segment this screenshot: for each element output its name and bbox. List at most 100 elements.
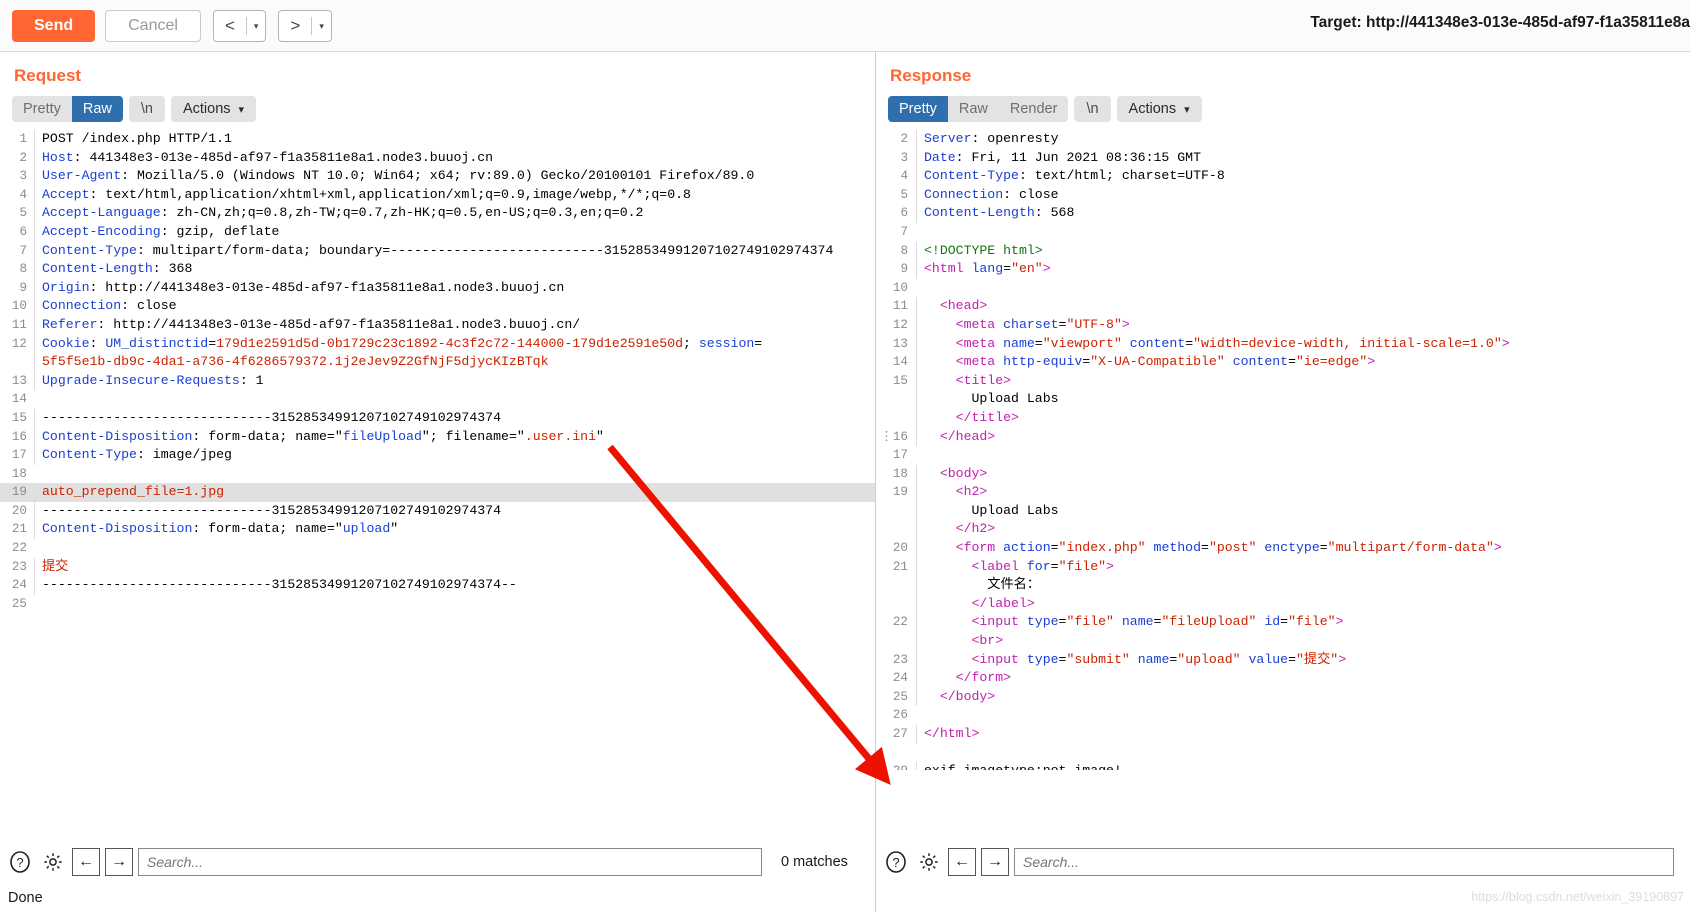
back-nav-group[interactable]: < ▾ bbox=[212, 9, 267, 42]
code-token: : openresty bbox=[971, 131, 1059, 146]
code-token: Content-Disposition bbox=[42, 521, 193, 537]
code-line: 26 bbox=[876, 706, 1690, 725]
tab-response-raw[interactable]: Raw bbox=[948, 96, 999, 122]
tab-response-render[interactable]: Render bbox=[999, 96, 1069, 122]
code-token: Accept bbox=[42, 186, 90, 202]
gear-icon[interactable] bbox=[915, 848, 943, 876]
request-search-input[interactable] bbox=[138, 848, 762, 876]
line-number: 1 bbox=[19, 132, 27, 146]
code-line-text: </form> bbox=[916, 669, 1690, 688]
code-token: > bbox=[1335, 614, 1344, 630]
tab-request-newline[interactable]: \n bbox=[128, 96, 165, 122]
code-token: Server bbox=[924, 131, 972, 146]
code-token: type bbox=[1026, 651, 1059, 667]
tab-response-pretty[interactable]: Pretty bbox=[888, 96, 948, 122]
code-line: 11 <head> bbox=[876, 297, 1690, 316]
code-token: "file" bbox=[1288, 614, 1336, 630]
panes-container: Request Pretty Raw \n Actions ▾ 1 POST /i… bbox=[0, 52, 1690, 912]
forward-arrow-icon[interactable]: > bbox=[279, 12, 311, 40]
code-token: </form> bbox=[924, 670, 1012, 686]
code-token: "file" bbox=[1066, 614, 1114, 630]
response-search-input[interactable] bbox=[1014, 848, 1674, 876]
back-arrow-icon[interactable]: < bbox=[214, 12, 246, 40]
code-line-text: <html lang="en"> bbox=[916, 260, 1690, 279]
request-actions-button[interactable]: Actions ▾ bbox=[170, 96, 257, 122]
status-text: Done bbox=[8, 890, 43, 906]
code-line: 24 -----------------------------315285349… bbox=[0, 576, 875, 595]
line-number: 8 bbox=[900, 243, 908, 258]
search-next-button[interactable]: → bbox=[981, 848, 1009, 876]
code-token: -----------------------------31528534991… bbox=[42, 502, 501, 518]
code-line-text: <input type="file" name="fileUpload" id=… bbox=[916, 613, 1690, 633]
search-next-button[interactable]: → bbox=[105, 848, 133, 876]
code-token: : 568 bbox=[1034, 205, 1075, 221]
code-token: > bbox=[1493, 540, 1502, 556]
help-icon[interactable]: ? bbox=[6, 848, 34, 876]
forward-nav-group[interactable]: > ▾ bbox=[278, 9, 332, 42]
request-pane: Request Pretty Raw \n Actions ▾ 1 POST /i… bbox=[0, 52, 876, 912]
code-line-text: Content-Type: multipart/form-data; bound… bbox=[34, 241, 875, 261]
svg-text:?: ? bbox=[16, 855, 23, 870]
response-actions-button[interactable]: Actions ▾ bbox=[1116, 96, 1202, 122]
code-line: 21 <label for="file"> bbox=[876, 557, 1690, 577]
code-token: charset bbox=[1003, 316, 1059, 332]
code-token: <input bbox=[924, 651, 1027, 667]
search-prev-button[interactable]: ← bbox=[72, 848, 100, 876]
code-line-text: Content-Length: 568 bbox=[916, 204, 1690, 223]
request-code-editor[interactable]: 1 POST /index.php HTTP/1.1 2 Host: 441348e3… bbox=[0, 130, 875, 770]
target-url-label: Target: http://441348e3-013e-485d-af97-f… bbox=[1310, 14, 1690, 31]
code-line: 25 bbox=[0, 595, 875, 614]
line-number: 7 bbox=[900, 224, 908, 239]
code-token: <label bbox=[924, 558, 1027, 574]
code-line-text: </h2> bbox=[916, 520, 1690, 540]
code-line: 17 Content-Type: image/jpeg bbox=[0, 446, 875, 465]
tab-request-raw[interactable]: Raw bbox=[71, 96, 123, 122]
code-token: <meta bbox=[924, 316, 1004, 332]
code-token: Upload Labs bbox=[924, 391, 1059, 407]
code-line-text: Server: openresty bbox=[916, 130, 1690, 149]
code-token: : 441348e3-013e-485d-af97-f1a35811e8a1.n… bbox=[73, 149, 494, 165]
request-view-tabgroup: Pretty Raw bbox=[12, 96, 123, 122]
code-line: 19 auto_prepend_file=1.jpg bbox=[0, 483, 875, 502]
help-icon[interactable]: ? bbox=[882, 848, 910, 876]
line-number: 19 bbox=[892, 485, 908, 500]
code-line-text: Cookie: UM_distinctid=179d1e2591d5d-0b17… bbox=[34, 334, 875, 354]
code-line-text: <!DOCTYPE html> bbox=[916, 241, 1690, 261]
code-token: Connection bbox=[42, 298, 122, 314]
line-number: 24 bbox=[892, 671, 908, 686]
code-line: 20 <form action="index.php" method="post… bbox=[876, 539, 1690, 558]
code-line: 3 User-Agent: Mozilla/5.0 (Windows NT 10.… bbox=[0, 167, 875, 186]
gear-icon[interactable] bbox=[39, 848, 67, 876]
code-token: "提交" bbox=[1296, 651, 1339, 667]
search-prev-button[interactable]: ← bbox=[948, 848, 976, 876]
code-token: : 1 bbox=[239, 372, 264, 388]
code-line: 16 Content-Disposition: form-data; name="… bbox=[0, 427, 875, 447]
tab-request-pretty[interactable]: Pretty bbox=[12, 96, 72, 122]
code-line-text: Connection: close bbox=[916, 185, 1690, 205]
code-line-text: Host: 441348e3-013e-485d-af97-f1a35811e8… bbox=[34, 148, 875, 168]
line-number: 7 bbox=[19, 243, 27, 258]
code-line: 25 </body> bbox=[876, 687, 1690, 707]
code-token: > bbox=[1338, 651, 1347, 667]
chevron-down-icon: ▾ bbox=[238, 103, 245, 116]
code-token: UM_distinctid bbox=[105, 335, 209, 351]
tab-response-newline[interactable]: \n bbox=[1074, 96, 1111, 122]
code-token: : close bbox=[121, 298, 177, 314]
code-token: : bbox=[89, 335, 106, 351]
cancel-button[interactable]: Cancel bbox=[105, 9, 201, 42]
line-number: 2 bbox=[19, 150, 27, 165]
code-line-text: Upgrade-Insecure-Requests: 1 bbox=[34, 371, 875, 391]
chevron-down-icon[interactable]: ▾ bbox=[247, 12, 266, 40]
code-token: "fileUpload" bbox=[1161, 614, 1257, 630]
code-token: </title> bbox=[924, 409, 1019, 425]
chevron-down-icon[interactable]: ▾ bbox=[312, 12, 331, 40]
code-line-text: Connection: close bbox=[34, 297, 875, 316]
code-line: 2 Server: openresty bbox=[876, 130, 1690, 149]
response-code-editor[interactable]: 2 Server: openresty 3 Date: Fri, 11 Jun 202… bbox=[876, 130, 1690, 770]
send-button[interactable]: Send bbox=[12, 9, 96, 42]
code-line-text: </body> bbox=[916, 687, 1690, 707]
code-line: 1 POST /index.php HTTP/1.1 bbox=[0, 130, 875, 149]
